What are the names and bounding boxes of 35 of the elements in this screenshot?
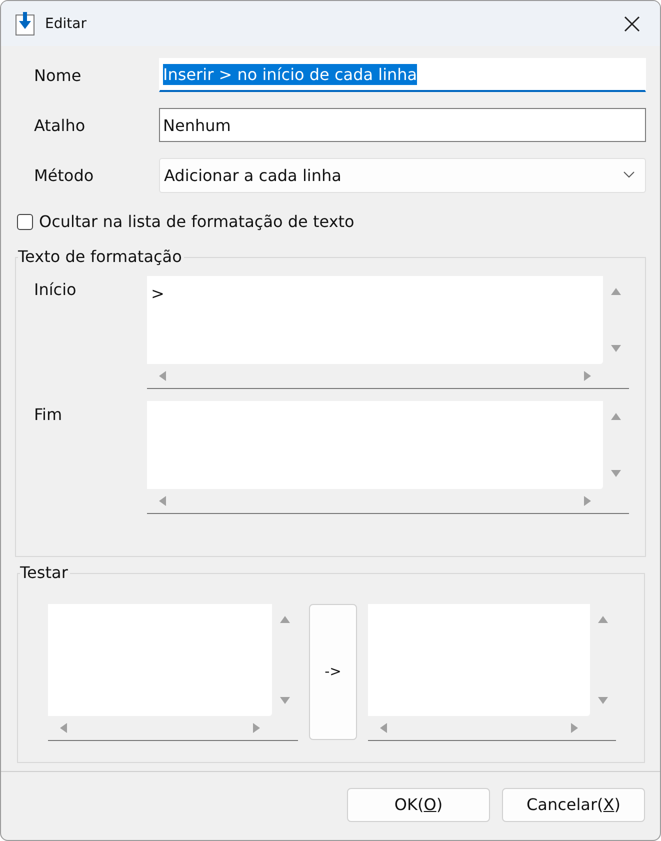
scroll-up-icon[interactable] xyxy=(611,286,621,296)
text-area[interactable]: > xyxy=(147,276,603,364)
scroll-down-icon[interactable] xyxy=(598,696,608,706)
scroll-left-icon[interactable] xyxy=(157,496,167,506)
scroll-right-icon[interactable] xyxy=(570,723,580,733)
chevron-down-icon[interactable] xyxy=(623,171,635,179)
window-title: Editar xyxy=(45,16,88,32)
dropdown[interactable]: Adicionar a cada linha xyxy=(159,158,646,192)
field-label: Fim xyxy=(33,404,64,426)
scroll-up-icon[interactable] xyxy=(598,614,608,624)
scroll-down-icon[interactable] xyxy=(611,344,621,354)
scroll-right-icon[interactable] xyxy=(252,723,262,733)
scroll-left-icon[interactable] xyxy=(378,723,388,733)
field-label: Início xyxy=(33,279,78,301)
close-icon[interactable] xyxy=(623,14,641,32)
field-label: Nome xyxy=(33,66,82,84)
ok-button[interactable]: OK(O) xyxy=(347,788,490,822)
scroll-down-icon[interactable] xyxy=(280,696,290,706)
scroll-left-icon[interactable] xyxy=(58,723,68,733)
checkbox[interactable] xyxy=(17,214,33,230)
text-field[interactable]: Nenhum xyxy=(159,108,646,142)
field-label: Método xyxy=(33,166,95,184)
scroll-right-icon[interactable] xyxy=(583,496,593,506)
group-title: Texto de formatação xyxy=(18,247,184,266)
scroll-up-icon[interactable] xyxy=(611,411,621,421)
convert-button[interactable]: -> xyxy=(309,604,357,740)
scroll-left-icon[interactable] xyxy=(157,371,167,381)
cancel-button[interactable]: Cancelar(X) xyxy=(502,788,645,822)
scroll-down-icon[interactable] xyxy=(611,469,621,479)
scroll-right-icon[interactable] xyxy=(583,371,593,381)
field-label: Atalho xyxy=(33,116,86,134)
text-field[interactable]: Inserir > no início de cada linha xyxy=(159,58,646,92)
download-icon xyxy=(15,12,35,36)
checkbox-label: Ocultar na lista de formatação de texto xyxy=(39,212,354,231)
scroll-up-icon[interactable] xyxy=(280,614,290,624)
